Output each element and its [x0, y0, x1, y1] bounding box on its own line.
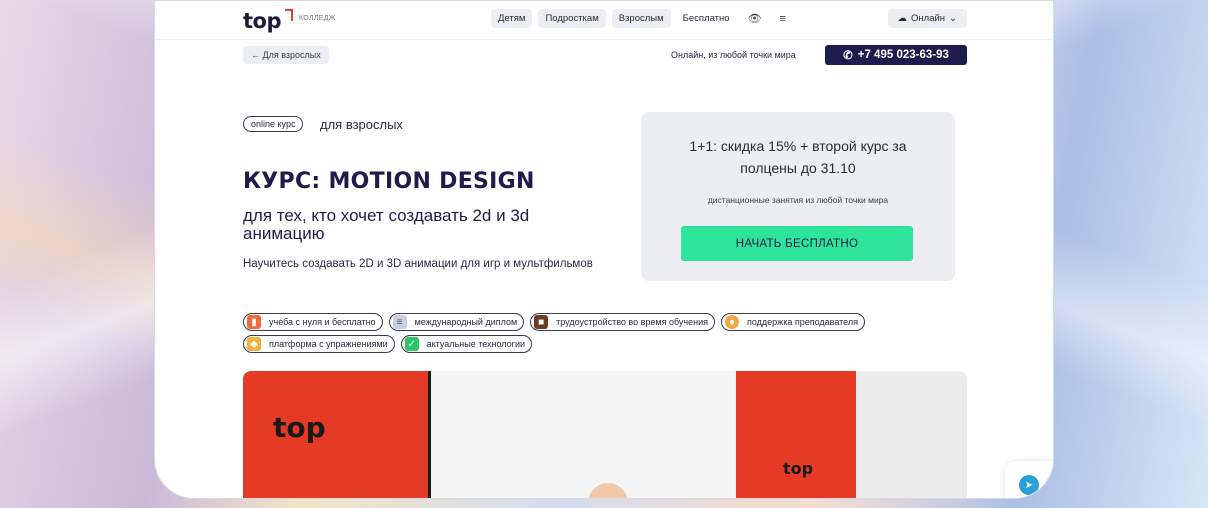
cloud-icon: ☁ [897, 13, 908, 24]
online-course-pill: online курс [243, 116, 304, 132]
hero-description: Научитесь создавать 2D и 3D анимации для… [243, 258, 593, 270]
top-navigation: top КОЛЛЕДЖ Детям Подросткам Взрослым Бе… [243, 9, 967, 33]
browser-page: top КОЛЛЕДЖ Детям Подросткам Взрослым Бе… [154, 0, 1054, 499]
photo-logo-small: top [783, 459, 814, 478]
logo-word: top [243, 9, 282, 33]
back-button[interactable]: ← Для взрослых [243, 46, 329, 64]
check-icon: ✓ [404, 337, 419, 351]
hero-subtitle: для тех, кто хочет создавать 2d и 3d ани… [243, 206, 530, 243]
promo-note: дистанционные занятия из любой точки мир… [707, 195, 889, 205]
online-label: Онлайн [911, 13, 946, 24]
header-divider [155, 39, 1053, 40]
projector-screen [428, 371, 736, 498]
telegram-widget[interactable]: ➤ [1005, 461, 1053, 498]
online-note: Онлайн, из любой точки мира [671, 50, 796, 60]
tag-teacher-support[interactable]: ● поддержка преподавателя [720, 313, 866, 331]
phone-icon: ✆ [843, 50, 853, 62]
classroom-photo: top top [243, 371, 967, 498]
nav-teens[interactable]: Подросткам [538, 9, 606, 28]
tag-technologies[interactable]: ✓ актуальные технологии [400, 335, 532, 353]
tag-row: ▮ учеба с нуля и бесплатно ≡ международн… [243, 313, 963, 331]
logo-sub: КОЛЛЕДЖ [299, 15, 336, 22]
audience-label: для взрослых [320, 117, 403, 132]
teacher-icon: ● [724, 315, 739, 329]
red-wall-left [243, 371, 428, 498]
red-wall-right [736, 371, 856, 498]
tag-platform[interactable]: ◆ платформа с упражнениями [243, 335, 395, 353]
online-dropdown[interactable]: ☁ Онлайн ⌄ [887, 9, 967, 28]
tag-label: поддержка преподавателя [746, 317, 859, 327]
photo-logo-large: top [273, 411, 326, 444]
phone-button[interactable]: ✆ +7 495 023-63-93 [825, 45, 967, 65]
tag-label: актуальные технологии [426, 339, 525, 349]
tag-label: платформа с упражнениями [269, 339, 388, 349]
nav-adults[interactable]: Взрослым [611, 9, 671, 28]
briefcase-icon: ■ [534, 315, 549, 329]
tag-employment[interactable]: ■ трудоустройство во время обучения [530, 313, 715, 331]
tag-label: учеба с нуля и бесплатно [269, 317, 376, 327]
hamburger-icon[interactable]: ≡ [774, 13, 792, 25]
tag-row: ◆ платформа с упражнениями ✓ актуальные … [243, 335, 963, 353]
chevron-down-icon: ⌄ [949, 13, 957, 24]
college-logo[interactable]: top КОЛЛЕДЖ [243, 9, 336, 33]
logo-mark-icon [285, 9, 293, 21]
tag-free-learning[interactable]: ▮ учеба с нуля и бесплатно [243, 313, 383, 331]
phone-number: +7 495 023-63-93 [857, 49, 949, 61]
features-tags: ▮ учеба с нуля и бесплатно ≡ международн… [243, 313, 963, 357]
handshake-icon: ◆ [247, 337, 261, 351]
tag-label: международный диплом [414, 317, 518, 327]
promo-card: 1+1: скидка 15% + второй курс за полцены… [641, 112, 955, 281]
eye-icon[interactable]: 👁 [742, 12, 768, 25]
white-wall [856, 371, 967, 498]
promo-title: 1+1: скидка 15% + второй курс за полцены… [689, 138, 907, 176]
nav-free[interactable]: Бесплатно [677, 9, 736, 28]
telegram-icon: ➤ [1019, 475, 1039, 495]
nav-kids[interactable]: Детям [491, 9, 533, 28]
gift-icon: ▮ [247, 315, 261, 329]
page-title: КУРС: MOTION DESIGN [243, 169, 535, 194]
tag-diploma[interactable]: ≡ международный диплом [388, 313, 525, 331]
document-icon: ≡ [392, 315, 407, 329]
main-nav: Детям Подросткам Взрослым Бесплатно 👁 ≡ [491, 9, 792, 28]
start-free-button[interactable]: НАЧАТЬ БЕСПЛАТНО [681, 226, 913, 261]
tag-label: трудоустройство во время обучения [556, 317, 708, 327]
